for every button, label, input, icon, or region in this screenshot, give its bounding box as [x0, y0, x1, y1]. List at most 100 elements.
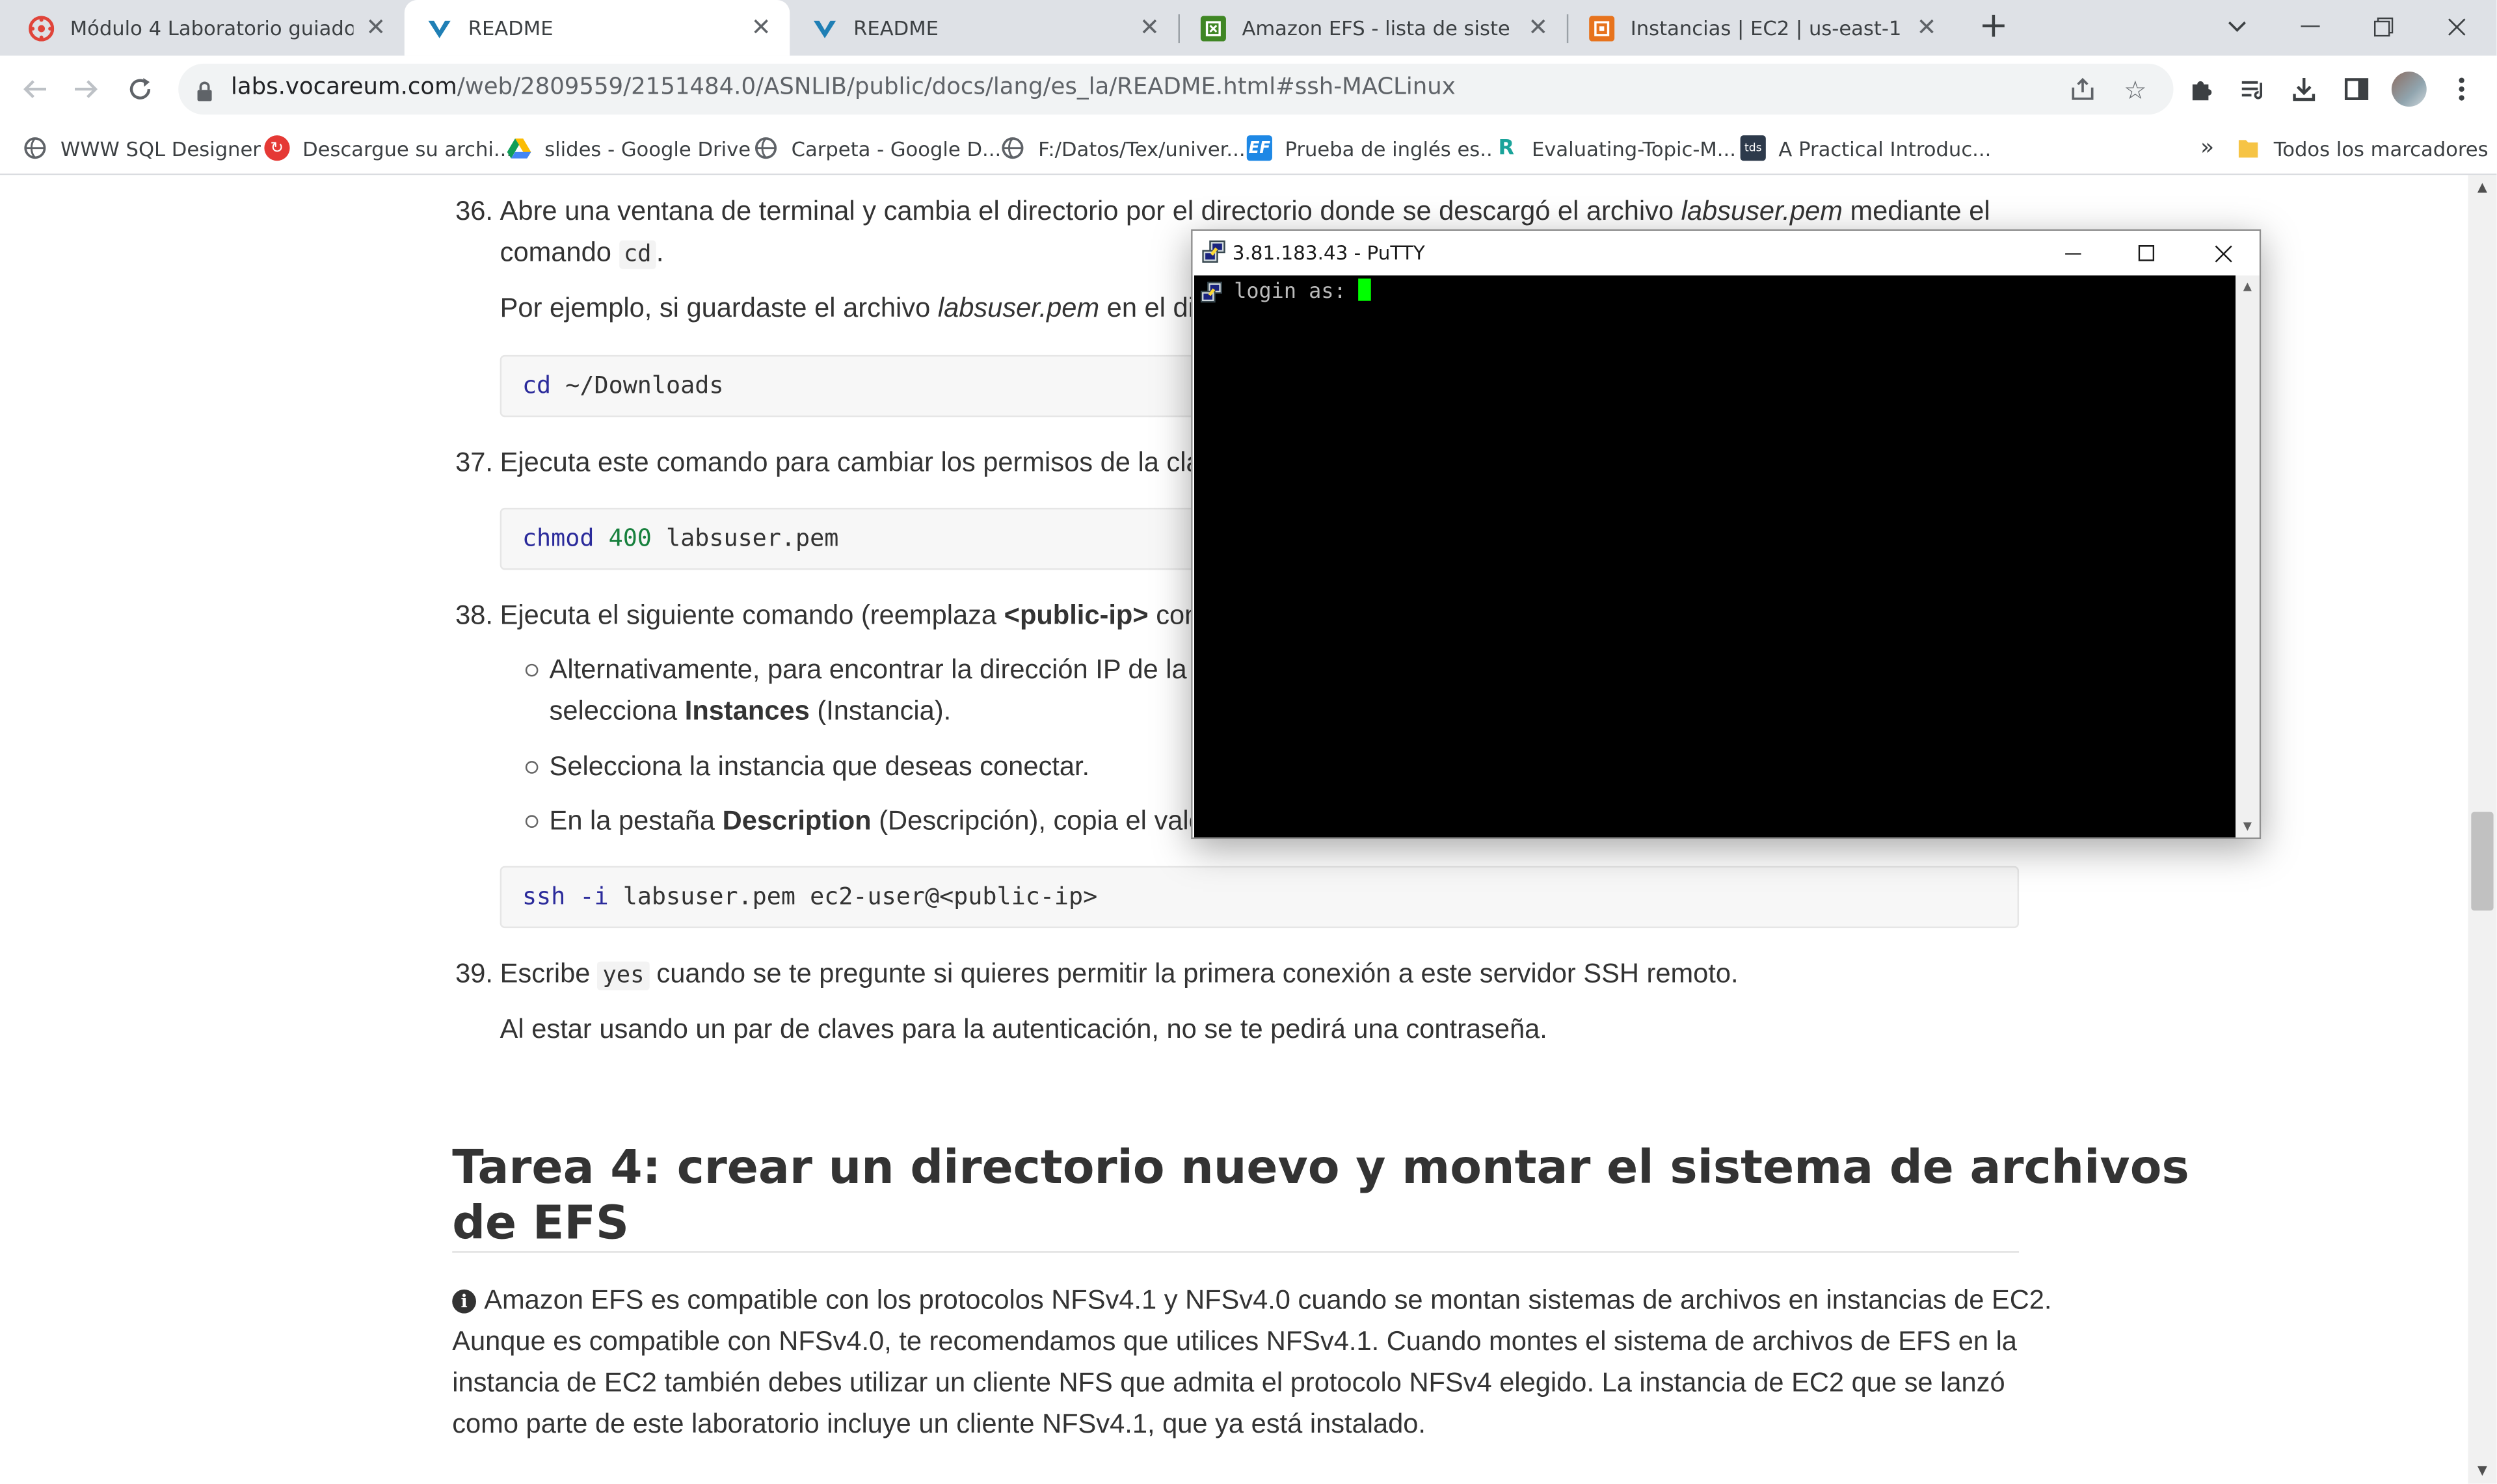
tab-readme[interactable]: README ✕ [790, 0, 1178, 56]
media-control-icon[interactable] [2237, 73, 2269, 105]
profile-avatar[interactable] [2391, 72, 2427, 107]
close-icon[interactable]: ✕ [1914, 14, 1939, 40]
share-icon[interactable] [2068, 75, 2097, 103]
tab-efs[interactable]: Amazon EFS - lista de sistemas d ✕ [1179, 0, 1567, 56]
bookmark-item[interactable]: slides - Google Drive [506, 132, 751, 164]
bullet [525, 761, 539, 774]
bookmark-label: Descargue su archi... [302, 136, 513, 161]
page-scrollbar[interactable]: ▲ ▼ [2468, 175, 2497, 1484]
code-flag: -i [580, 882, 609, 911]
bookmark-label: slides - Google Drive [544, 136, 751, 161]
terminal-screen[interactable]: login as: [1194, 275, 2236, 838]
new-tab-button[interactable]: + [1975, 7, 2013, 46]
bookmark-label: WWW SQL Designer [60, 136, 261, 161]
close-window-button[interactable] [2420, 0, 2494, 54]
globe-icon [753, 135, 779, 161]
bullet-3-text: En la pestaña Description (Descripción),… [550, 801, 1204, 842]
bullet [525, 815, 539, 828]
canvas-logo-icon [29, 15, 55, 41]
lock-icon[interactable] [196, 78, 213, 109]
scrollbar-thumb[interactable] [2471, 812, 2494, 911]
bookmark-item[interactable]: Carpeta - Google D... [753, 132, 1001, 164]
heading-divider [452, 1251, 2020, 1253]
code-line: cd ~/Downloads [522, 371, 724, 399]
putty-scrollbar[interactable]: ▲ ▼ [2235, 275, 2260, 838]
scroll-down-arrow-icon[interactable]: ▼ [2468, 1458, 2496, 1483]
code-block[interactable]: ssh -i labsuser.pem ec2-user@<public-ip> [500, 866, 2020, 929]
text: Por ejemplo, si guardaste el archivo [500, 293, 938, 323]
side-panel-icon[interactable] [2341, 73, 2373, 105]
text: Abre una ventana de terminal y cambia el… [500, 196, 1681, 226]
close-icon[interactable]: ✕ [1525, 14, 1551, 40]
putty-close-button[interactable] [2186, 231, 2260, 276]
putty-window[interactable]: 3.81.183.43 - PuTTY login as: ▲ ▼ [1191, 229, 2262, 840]
close-icon[interactable]: ✕ [749, 14, 774, 40]
extensions-puzzle-icon[interactable] [2186, 73, 2218, 105]
step-number: 37. [455, 447, 494, 478]
rpubs-icon: R [1493, 135, 1519, 161]
tab-title: README [853, 16, 939, 40]
text: (Instancia). [809, 695, 952, 726]
putty-maximize-button[interactable] [2110, 231, 2183, 276]
close-icon[interactable]: ✕ [1137, 14, 1162, 40]
bookmarks-overflow-button[interactable]: » [2200, 132, 2214, 164]
close-icon[interactable]: ✕ [363, 14, 388, 40]
bold-text: Instances [684, 695, 810, 726]
scroll-up-arrow-icon[interactable]: ▲ [2236, 276, 2260, 298]
info-line-3: instancia de EC2 también debes utilizar … [452, 1367, 2005, 1398]
all-bookmarks-folder[interactable]: Todos los marcadores [2236, 132, 2489, 164]
forward-arrow-icon[interactable] [64, 67, 109, 112]
step-36-text-cont: comando cd. [500, 232, 664, 275]
address-bar[interactable]: labs.vocareum.com/web/2809559/2151484.0/… [178, 63, 2174, 115]
back-arrow-icon[interactable] [13, 67, 58, 112]
restore-button[interactable] [2347, 0, 2420, 54]
bullet-1-text-cont: selecciona Instances (Instancia). [550, 691, 952, 732]
info-line-1: i Amazon EFS es compatible con los protoc… [452, 1280, 2051, 1321]
url-text[interactable]: labs.vocareum.com/web/2809559/2151484.0/… [231, 75, 1456, 100]
heading-line: Tarea 4: crear un directorio nuevo y mon… [452, 1139, 2189, 1194]
bookmark-label: Carpeta - Google D... [791, 136, 1002, 161]
tab-modulo4[interactable]: Módulo 4 Laboratorio guiado - I ✕ [7, 0, 405, 56]
code-keyword: chmod [522, 523, 594, 553]
info-line-4: como parte de este laboratorio incluye u… [452, 1409, 1426, 1439]
text: cuando se te pregunte si quieres permiti… [648, 958, 1739, 989]
bookmark-item[interactable]: WWW SQL Designer [22, 132, 261, 164]
bookmark-item[interactable]: R Evaluating-Topic-M... [1493, 132, 1736, 164]
bookmark-item[interactable]: EF Prueba de inglés es... [1246, 132, 1499, 164]
scroll-down-arrow-icon[interactable]: ▼ [2236, 815, 2260, 837]
kebab-menu-icon[interactable] [2446, 73, 2477, 105]
url-host: labs.vocareum.com [230, 75, 457, 101]
terminal-cursor [1358, 278, 1372, 301]
login-prompt: login as: [1234, 280, 1359, 304]
code-line: ssh -i labsuser.pem ec2-user@<public-ip> [522, 882, 1097, 910]
bullet-2-text: Selecciona la instancia que deseas conec… [549, 751, 1090, 782]
bookmarks-bar: WWW SQL Designer ↻ Descargue su archi...… [0, 122, 2497, 176]
putty-titlebar[interactable]: 3.81.183.43 - PuTTY [1192, 230, 2260, 276]
step-37-text: Ejecuta este comando para cambiar los pe… [500, 447, 1201, 478]
text: mediante el [1842, 196, 1990, 226]
code-keyword: ssh [522, 882, 566, 911]
bookmark-item[interactable]: tds A Practical Introduc... [1740, 132, 1991, 164]
bold-text: <public-ip> [1004, 600, 1149, 631]
info-line-2: Aunque es compatible con NFSv4.0, te rec… [452, 1326, 2017, 1357]
bookmark-item[interactable]: F:/Datos/Tex/univer... [1000, 132, 1246, 164]
bookmark-star-icon[interactable]: ☆ [2121, 74, 2150, 105]
code-number: 400 [608, 523, 652, 553]
minimize-button[interactable] [2274, 0, 2347, 54]
bookmark-item[interactable]: ↻ Descargue su archi... [264, 132, 513, 164]
text: . [656, 237, 664, 268]
scroll-up-arrow-icon[interactable]: ▲ [2468, 175, 2496, 200]
putty-icon [1202, 240, 1226, 271]
info-icon: i [452, 1289, 476, 1314]
text: Escribe [500, 958, 598, 989]
tab-ec2[interactable]: Instancias | EC2 | us-east-1 ✕ [1567, 0, 1955, 56]
tab-search-chevron-icon[interactable] [2200, 0, 2274, 54]
tab-readme-active[interactable]: README ✕ [404, 0, 790, 56]
download-icon[interactable] [2288, 73, 2320, 105]
step-number: 38. [455, 600, 494, 631]
putty-minimize-button[interactable] [2036, 231, 2110, 276]
vocareum-logo-icon [812, 15, 837, 40]
inline-code: yes [598, 961, 649, 990]
filename: labsuser.pem [937, 293, 1100, 323]
reload-icon[interactable] [118, 67, 163, 112]
